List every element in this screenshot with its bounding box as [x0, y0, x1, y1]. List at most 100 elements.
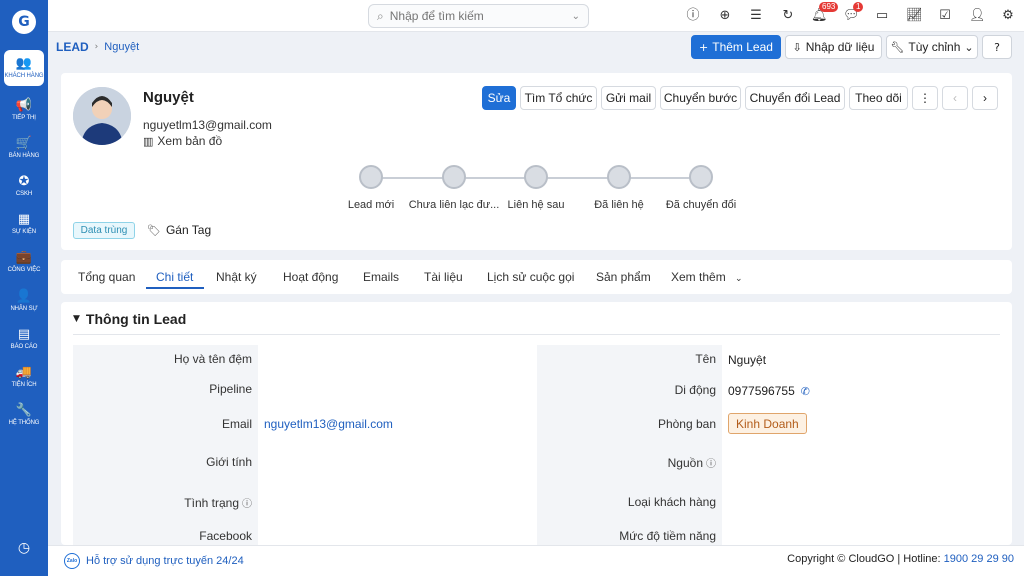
department-badge: Kinh Doanh [728, 413, 807, 434]
sidebar-item-customers[interactable]: 👥 KHÁCH HÀNG [4, 50, 44, 86]
search-input[interactable] [389, 9, 572, 23]
search-icon: ⌕ [377, 8, 384, 23]
list-icon[interactable]: ☰ [748, 8, 764, 24]
pipeline-step[interactable] [524, 165, 548, 189]
chevron-down-icon[interactable]: ⌄ [572, 11, 580, 22]
divider [73, 334, 1000, 335]
field-label: Pipeline [209, 382, 252, 396]
field-label: Họ và tên đệm [173, 352, 252, 366]
chevron-down-icon: ⌄ [735, 274, 743, 284]
refresh-icon[interactable]: ↻ [780, 8, 796, 24]
tab-call-history[interactable]: Lịch sử cuộc gọi [487, 270, 574, 284]
tab-activities[interactable]: Hoạt động [283, 270, 338, 284]
wrench-icon: 🔧︎ [890, 40, 905, 54]
sidebar-item-reports[interactable]: ▤ BÁO CÁO [0, 321, 48, 357]
megaphone-icon: 📢 [15, 98, 33, 113]
breadcrumb-root[interactable]: LEAD [56, 40, 89, 54]
app-logo[interactable]: G [12, 10, 36, 34]
caret-down-icon: ▼ [73, 314, 80, 324]
sidebar-item-tasks[interactable]: 💼 CÔNG VIỆC [0, 244, 48, 280]
chevron-right-icon[interactable]: › [972, 86, 998, 110]
mobile-value: 0977596755 ✆ [728, 384, 810, 398]
sidebar-item-events[interactable]: ▦ SỰ KIỆN [0, 206, 48, 242]
field-label: Facebook [199, 529, 252, 543]
truck-icon: 🚚 [15, 365, 33, 380]
tab-products[interactable]: Sản phẩm [596, 270, 651, 284]
cart-icon: 🛒 [15, 136, 33, 151]
info-icon[interactable]: ⓘ [242, 495, 252, 510]
edit-button[interactable]: Sửa [482, 86, 516, 110]
sidebar: G 👥 KHÁCH HÀNG 📢 TIẾP THỊ 🛒 BÁN HÀNG ✪ C… [0, 0, 48, 576]
chevron-left-icon[interactable]: ‹ [942, 86, 968, 110]
sidebar-item-label: BÁO CÁO [10, 344, 38, 350]
step-label: Đã liên hệ [594, 199, 644, 211]
wrench-icon: 🔧 [15, 403, 33, 418]
sidebar-item-label: NHÂN SỰ [10, 306, 38, 312]
move-step-button[interactable]: Chuyển bước [660, 86, 741, 110]
online-support-link[interactable]: Zalo Hỗ trợ sử dụng trực tuyến 24/24 [64, 553, 244, 569]
tab-details[interactable]: Chi tiết [156, 270, 193, 284]
sidebar-item-sales[interactable]: 🛒 BÁN HÀNG [0, 130, 48, 166]
checkbox-icon[interactable]: ☑ [937, 8, 953, 24]
clock-icon[interactable]: ◷ [12, 540, 36, 564]
account-icon[interactable]: 👤︎ [969, 8, 986, 24]
assign-tag-button[interactable]: 🏷︎ Gán Tag [147, 223, 211, 237]
tab-documents[interactable]: Tài liệu [424, 270, 463, 284]
sidebar-item-utilities[interactable]: 🚚 TIỆN ÍCH [0, 359, 48, 395]
more-icon[interactable]: ⋮ [912, 86, 938, 110]
first-name-value: Nguyệt [728, 353, 767, 367]
chevron-right-icon: › [94, 42, 99, 52]
help-button[interactable]: ? [982, 35, 1012, 59]
step-label: Lead mới [347, 199, 395, 211]
breadcrumb-current: Nguyệt [104, 41, 140, 53]
map-icon: ▥ [143, 134, 154, 148]
right-label-column [537, 345, 722, 545]
global-search[interactable]: ⌕ ⌄ [368, 4, 589, 28]
sidebar-item-hr[interactable]: 👤 NHÂN SỰ [0, 283, 48, 319]
plus-icon: + [699, 40, 709, 54]
calendar-icon[interactable]: ▭ [874, 8, 890, 24]
chat-icon[interactable]: 💬︎ 1 [843, 2, 864, 24]
pipeline-step[interactable] [607, 165, 631, 189]
info-icon[interactable]: ⓘ [706, 455, 716, 470]
import-button[interactable]: ⇩ Nhập dữ liệu [785, 35, 882, 59]
field-label: Email [221, 417, 252, 431]
chart-icon[interactable]: 📈︎ [906, 8, 923, 24]
add-lead-button[interactable]: + Thêm Lead [691, 35, 781, 59]
avatar-image [73, 87, 131, 145]
pipeline-step[interactable] [442, 165, 466, 189]
sidebar-item-cskh[interactable]: ✪ CSKH [0, 168, 48, 204]
tab-overview[interactable]: Tổng quan [78, 270, 135, 284]
follow-button[interactable]: Theo dõi [849, 86, 908, 110]
pipeline-step[interactable] [359, 165, 383, 189]
add-circle-icon[interactable]: ⊕ [717, 8, 733, 24]
sidebar-item-marketing[interactable]: 📢 TIẾP THỊ [0, 92, 48, 128]
hotline-number[interactable]: 1900 29 29 90 [944, 553, 1014, 565]
customize-button[interactable]: 🔧︎ Tùy chỉnh ⌄ [886, 35, 978, 59]
phone-icon[interactable]: ✆ [801, 385, 810, 398]
sidebar-item-label: CSKH [15, 191, 33, 197]
view-map-link[interactable]: ▥ Xem bản đồ [143, 134, 222, 148]
email-value[interactable]: nguyetlm13@gmail.com [264, 417, 393, 431]
sidebar-item-label: CÔNG VIỆC [7, 267, 41, 273]
find-org-button[interactable]: Tìm Tổ chức [520, 86, 597, 110]
section-header[interactable]: ▼ Thông tin Lead [73, 311, 186, 327]
sidebar-item-system[interactable]: 🔧 HỆ THỐNG [0, 397, 48, 433]
field-label: Mức độ tiềm năng [619, 529, 716, 543]
tab-more[interactable]: Xem thêm ⌄ [671, 270, 743, 284]
topbar: ⌕ ⌄ ⓘ ⊕ ☰ ↻ 🔔︎693 💬︎1 ▭ 📈︎ ☑ 👤︎ ⚙ [48, 0, 1024, 32]
convert-lead-button[interactable]: Chuyển đổi Lead [745, 86, 845, 110]
tag-icon: 🏷︎ [147, 223, 161, 237]
alert-icon[interactable]: ⓘ [685, 8, 701, 24]
step-label: Chưa liên lạc đư... [408, 199, 500, 211]
bell-icon[interactable]: 🔔︎ 693 [811, 2, 839, 24]
step-label: Đã chuyển đổi [665, 199, 737, 211]
help-icon: ? [994, 40, 1000, 54]
tab-log[interactable]: Nhật ký [216, 270, 257, 284]
duplicate-tag[interactable]: Data trùng [73, 222, 135, 239]
pipeline-step[interactable] [689, 165, 713, 189]
sidebar-item-label: TIẾP THỊ [12, 115, 36, 121]
send-mail-button[interactable]: Gửi mail [601, 86, 656, 110]
gear-icon[interactable]: ⚙ [1000, 8, 1016, 24]
tab-emails[interactable]: Emails [363, 270, 399, 284]
